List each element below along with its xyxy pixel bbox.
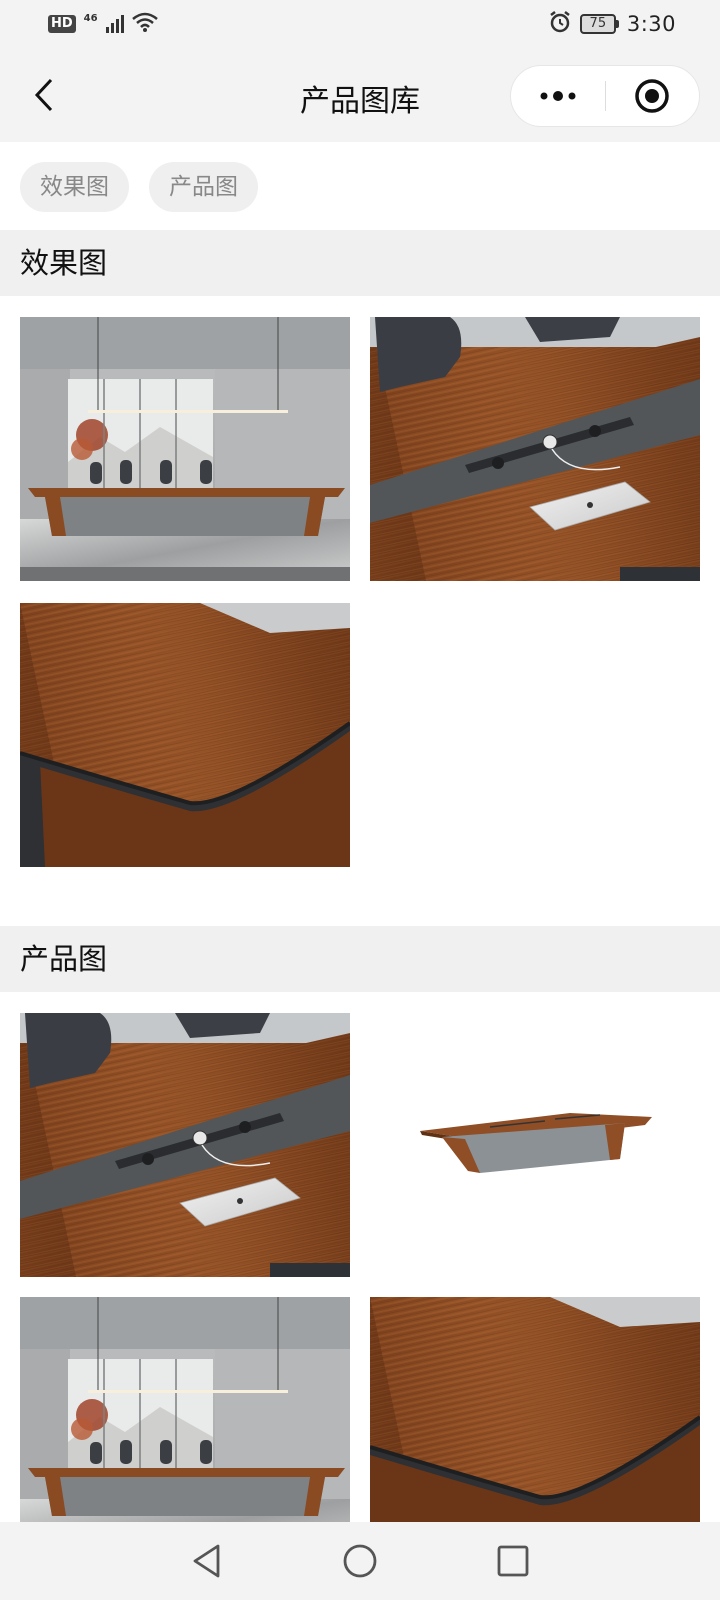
system-home-button[interactable] (330, 1531, 390, 1591)
hd-icon: HD (48, 15, 76, 33)
back-arrow-icon (34, 78, 53, 112)
status-bar: HD 46 75 3:30 (0, 0, 720, 48)
image-table-cable-tray-closeup[interactable] (20, 1013, 350, 1277)
chip-product-images[interactable]: 产品图 (149, 162, 258, 212)
screen: HD 46 75 3:30 产品图库 效果图 产品图 效果图 产品图 (0, 0, 720, 1600)
clock: 3:30 (626, 12, 676, 36)
nav-bar: 产品图库 (0, 48, 720, 142)
more-button[interactable] (511, 66, 605, 126)
back-button[interactable] (22, 70, 66, 120)
section-header-product: 产品图 (0, 926, 720, 992)
image-table-edge-wood-closeup[interactable] (20, 603, 350, 867)
close-mini-program-button[interactable] (606, 66, 700, 126)
nav-back-triangle-icon (193, 1544, 220, 1578)
image-conference-room-scene[interactable] (20, 317, 350, 581)
nav-home-circle-icon (343, 1544, 377, 1578)
image-table-cable-tray-closeup[interactable] (370, 317, 700, 581)
signal-icon (105, 15, 124, 33)
nav-recents-square-icon (497, 1545, 529, 1577)
status-right: 75 3:30 (548, 10, 676, 38)
system-back-button[interactable] (177, 1531, 237, 1591)
battery-icon: 75 (579, 14, 619, 34)
image-conference-table-product[interactable] (370, 1013, 700, 1277)
network-type-label: 46 (83, 13, 98, 24)
alarm-icon (548, 10, 572, 38)
chip-effect-images[interactable]: 效果图 (20, 162, 129, 212)
battery-level: 75 (579, 14, 616, 34)
target-close-icon (635, 79, 669, 113)
wifi-icon (131, 12, 158, 36)
more-dots-icon (540, 91, 576, 101)
section-header-effect: 效果图 (0, 230, 720, 296)
system-recents-button[interactable] (483, 1531, 543, 1591)
mini-program-capsule (510, 65, 700, 127)
filter-chips: 效果图 产品图 (20, 162, 258, 212)
system-nav-bar (0, 1522, 720, 1600)
status-left: HD 46 (48, 12, 158, 36)
